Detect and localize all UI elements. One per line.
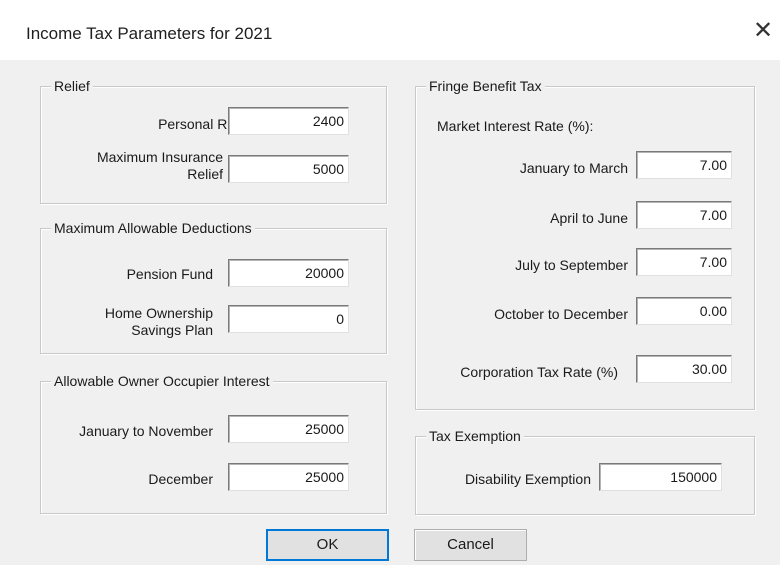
relief-legend: Relief [51, 78, 93, 94]
q4-label: October to December [494, 306, 628, 322]
max-insurance-relief-value: 5000 [312, 161, 344, 177]
cancel-button[interactable]: Cancel [414, 529, 527, 561]
q2-rate-input[interactable]: 7.00 [636, 201, 732, 229]
december-input[interactable]: 25000 [228, 463, 349, 491]
market-rate-label: Market Interest Rate (%): [437, 118, 594, 134]
window-title: Income Tax Parameters for 2021 [26, 24, 273, 43]
deductions-legend: Maximum Allowable Deductions [51, 220, 255, 236]
jan-nov-value: 25000 [305, 421, 344, 437]
disability-exemption-value: 150000 [670, 469, 717, 485]
corp-tax-label: Corporation Tax Rate (%) [460, 364, 618, 380]
december-label: December [148, 471, 213, 487]
personal-relief-input[interactable]: 2400 [228, 107, 349, 135]
jan-nov-label: January to November [79, 423, 213, 439]
interest-group: Allowable Owner Occupier Interest Januar… [40, 373, 387, 514]
december-value: 25000 [305, 469, 344, 485]
max-insurance-relief-label: Maximum Insurance Relief [51, 149, 223, 183]
max-insurance-relief-input[interactable]: 5000 [228, 155, 349, 183]
tax-exemption-legend: Tax Exemption [426, 428, 524, 444]
q2-label: April to June [550, 210, 628, 226]
fringe-benefit-legend: Fringe Benefit Tax [426, 78, 545, 94]
fringe-benefit-group: Fringe Benefit Tax Market Interest Rate … [415, 78, 755, 410]
interest-legend: Allowable Owner Occupier Interest [51, 373, 273, 389]
q2-rate-value: 7.00 [699, 207, 727, 223]
q3-label: July to September [515, 257, 628, 273]
home-ownership-label: Home Ownership Savings Plan [51, 305, 213, 339]
q1-label: January to March [519, 160, 628, 176]
q3-rate-input[interactable]: 7.00 [636, 248, 732, 276]
home-ownership-label-line2: Savings Plan [131, 322, 213, 338]
personal-relief-label: Personal Relief [158, 116, 253, 132]
q3-rate-value: 7.00 [699, 254, 727, 270]
disability-exemption-label: Disability Exemption [464, 471, 591, 487]
deductions-group: Maximum Allowable Deductions Pension Fun… [40, 220, 387, 354]
corp-tax-rate-value: 30.00 [691, 361, 727, 377]
home-ownership-input[interactable]: 0 [228, 305, 349, 333]
tax-exemption-group: Tax Exemption Disability Exemption 15000… [415, 428, 755, 515]
corp-tax-rate-input[interactable]: 30.00 [636, 355, 732, 383]
q1-rate-value: 7.00 [699, 157, 727, 173]
income-tax-parameters-dialog: Income Tax Parameters for 2021 ✕ Relief … [0, 0, 780, 565]
home-ownership-label-line1: Home Ownership [104, 305, 213, 321]
pension-fund-value: 20000 [305, 265, 344, 281]
ok-button[interactable]: OK [266, 529, 389, 561]
max-insurance-relief-label-line2: Relief [187, 166, 223, 182]
pension-fund-input[interactable]: 20000 [228, 259, 349, 287]
pension-fund-label: Pension Fund [126, 266, 213, 282]
max-insurance-relief-label-line1: Maximum Insurance [96, 149, 223, 165]
relief-group: Relief Personal Relief 2400 Maximum Insu… [40, 78, 387, 204]
jan-nov-input[interactable]: 25000 [228, 415, 349, 443]
close-icon[interactable]: ✕ [748, 16, 778, 46]
q4-rate-value: 0.00 [699, 303, 727, 319]
personal-relief-value: 2400 [312, 113, 344, 129]
disability-exemption-input[interactable]: 150000 [599, 463, 722, 491]
home-ownership-value: 0 [336, 311, 344, 327]
q4-rate-input[interactable]: 0.00 [636, 297, 732, 325]
title-bar: Income Tax Parameters for 2021 ✕ [0, 0, 780, 60]
q1-rate-input[interactable]: 7.00 [636, 151, 732, 179]
